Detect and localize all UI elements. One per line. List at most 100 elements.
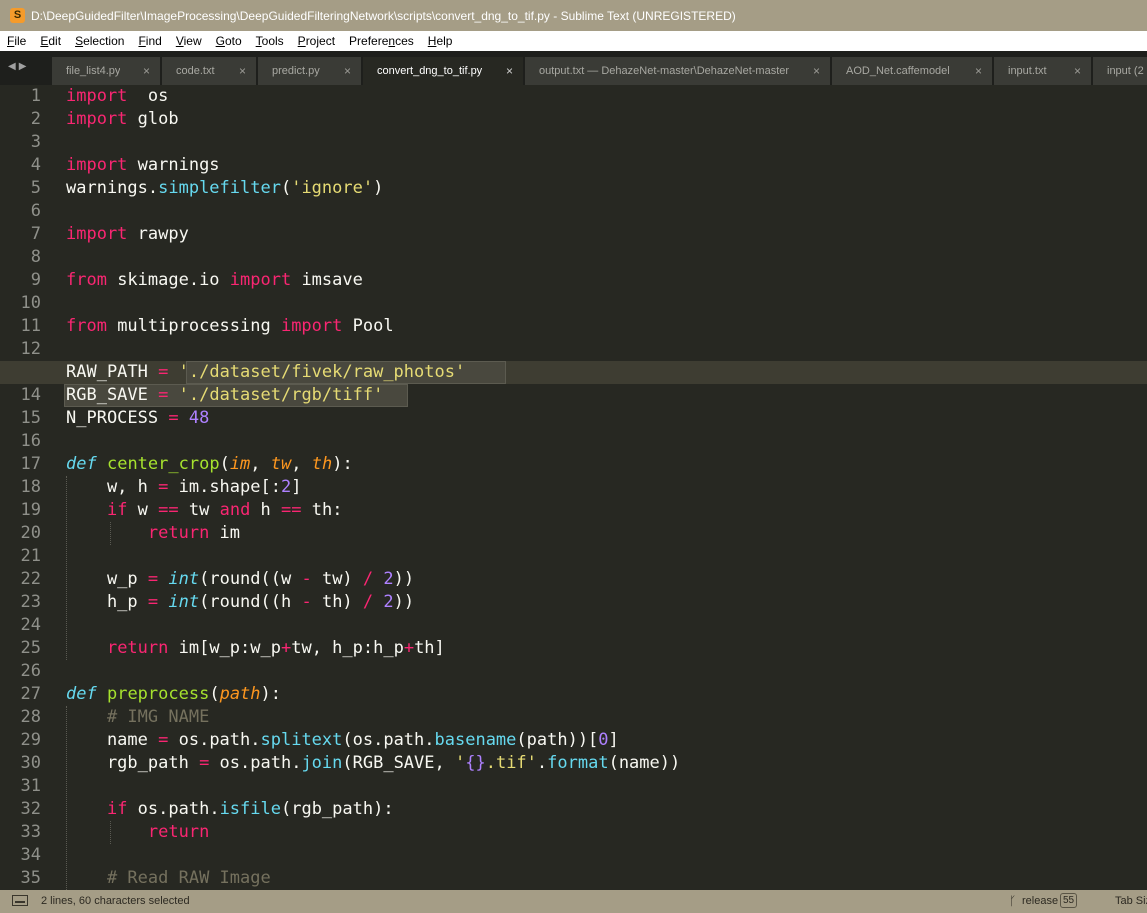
tab-input-txt[interactable]: input.txt × [994, 57, 1091, 85]
code-token: import [280, 316, 343, 336]
tab-input-2[interactable]: input (2 [1093, 57, 1147, 85]
line-number: 29 [20, 730, 41, 750]
close-icon[interactable]: × [239, 64, 246, 78]
code-line[interactable]: def preprocess(path): [66, 683, 281, 706]
window-title: D:\DeepGuidedFilter\ImageProcessing\Deep… [31, 8, 736, 23]
code-token: (rgb_path): [280, 799, 394, 819]
close-icon[interactable]: × [143, 64, 150, 78]
close-icon[interactable]: × [975, 64, 982, 78]
tab-aod-net-caffemodel[interactable]: AOD_Net.caffemodel × [832, 57, 992, 85]
menu-find[interactable]: Find [131, 34, 168, 48]
tab-file-list4-py[interactable]: file_list4.py × [52, 57, 160, 85]
code-line[interactable]: name = os.path.splitext(os.path.basename… [66, 729, 619, 752]
line-number: 20 [20, 523, 41, 543]
tab-predict-py[interactable]: predict.py × [258, 57, 361, 85]
code-token: im[w_p:w_p [168, 638, 281, 658]
line-number: 2 [30, 109, 41, 129]
code-token: ( [209, 684, 220, 704]
tab-output-txt-dehazenet-master-dehazenet-master[interactable]: output.txt — DehazeNet-master\DehazeNet-… [525, 57, 830, 85]
close-icon[interactable]: × [344, 64, 351, 78]
code-line[interactable]: N_PROCESS = 48 [66, 407, 209, 430]
code-token: == [158, 500, 179, 520]
code-token: + [403, 638, 415, 658]
code-token: . [536, 753, 548, 773]
code-token: os [127, 86, 169, 106]
code-line[interactable]: # IMG NAME [66, 706, 209, 729]
line-number: 31 [20, 776, 41, 796]
line-number: 17 [20, 454, 41, 474]
code-token: Pool [342, 316, 394, 336]
code-token: int [168, 569, 200, 589]
line-number: 1 [30, 86, 41, 106]
menu-help[interactable]: Help [421, 34, 460, 48]
panel-toggle-icon[interactable] [12, 895, 28, 906]
code-token: th: [301, 500, 343, 520]
code-token: tw [270, 454, 292, 474]
code-token: ) [373, 178, 384, 198]
line-number: 3 [30, 132, 41, 152]
code-line[interactable]: warnings.simplefilter('ignore') [66, 177, 383, 200]
code-line[interactable]: RAW_PATH = './dataset/fivek/raw_photos' [66, 361, 465, 384]
code-token: = [147, 569, 159, 589]
line-number: 32 [20, 799, 41, 819]
line-number: 5 [30, 178, 41, 198]
sublime-logo-icon: S [10, 8, 25, 23]
code-line[interactable]: w_p = int(round((w - tw) / 2)) [66, 568, 414, 591]
line-number: 7 [30, 224, 41, 244]
line-number: 26 [20, 661, 41, 681]
tab-size-indicator[interactable]: Tab Size: 4 [1115, 895, 1147, 907]
code-token: = [158, 362, 169, 382]
menu-view[interactable]: View [169, 34, 209, 48]
close-icon[interactable]: × [506, 64, 513, 78]
menu-tools[interactable]: Tools [249, 34, 291, 48]
close-icon[interactable]: × [813, 64, 820, 78]
code-token: rawpy [127, 224, 189, 244]
code-token: == [281, 500, 302, 520]
code-line[interactable]: import os [66, 85, 168, 108]
code-line[interactable]: return [66, 821, 209, 844]
tab-code-txt[interactable]: code.txt × [162, 57, 256, 85]
code-line[interactable]: h_p = int(round((h - th) / 2)) [66, 591, 414, 614]
code-token: w_p [66, 569, 148, 589]
menu-bar: File Edit Selection Find View Goto Tools Projec… [0, 31, 1147, 51]
menu-selection[interactable]: Selection [68, 34, 131, 48]
code-line[interactable]: rgb_path = os.path.join(RGB_SAVE, '{}.ti… [66, 752, 680, 775]
code-line[interactable]: RGB_SAVE = './dataset/rgb/tiff' [66, 384, 383, 407]
tab-scroll-arrows-icon[interactable]: ◀▶ [8, 61, 29, 72]
code-line[interactable]: if w == tw and h == th: [66, 499, 343, 522]
code-line[interactable]: return im [66, 522, 240, 545]
code-line[interactable]: from multiprocessing import Pool [66, 315, 394, 338]
code-line[interactable]: if os.path.isfile(rgb_path): [66, 798, 394, 821]
close-icon[interactable]: × [1074, 64, 1081, 78]
code-token: .tif' [485, 753, 537, 773]
menu-file[interactable]: File [0, 34, 33, 48]
code-line[interactable]: return im[w_p:w_p+tw, h_p:h_p+th] [66, 637, 445, 660]
code-editor[interactable]: 1234567891011121314151617181920212223242… [0, 85, 1147, 890]
code-line[interactable]: from skimage.io import imsave [66, 269, 363, 292]
code-token: tw, h_p:h_p [291, 638, 404, 658]
line-number: 6 [30, 201, 41, 221]
menu-goto[interactable]: Goto [209, 34, 249, 48]
tab-convert-dng-to-tif-py[interactable]: convert_dng_to_tif.py × [363, 57, 523, 85]
menu-edit[interactable]: Edit [33, 34, 68, 48]
code-line[interactable]: # Read RAW Image [66, 867, 271, 890]
code-token: (RGB_SAVE, [342, 753, 455, 773]
code-line[interactable]: def center_crop(im, tw, th): [66, 453, 353, 476]
line-number: 27 [20, 684, 41, 704]
menu-preferences[interactable]: Preferences [342, 34, 421, 48]
code-line[interactable]: import glob [66, 108, 179, 131]
code-line[interactable]: w, h = im.shape[:2] [66, 476, 302, 499]
menu-project[interactable]: Project [291, 34, 342, 48]
code-line[interactable]: import warnings [66, 154, 220, 177]
code-token: - [301, 592, 312, 612]
code-token: import [66, 224, 128, 244]
code-token: , [250, 454, 271, 474]
tab-label: output.txt — DehazeNet-master\DehazeNet-… [539, 65, 790, 77]
git-branch-name[interactable]: release [1022, 895, 1058, 907]
code-line[interactable]: import rawpy [66, 223, 189, 246]
code-token: glob [127, 109, 179, 129]
code-token: ): [260, 684, 282, 704]
